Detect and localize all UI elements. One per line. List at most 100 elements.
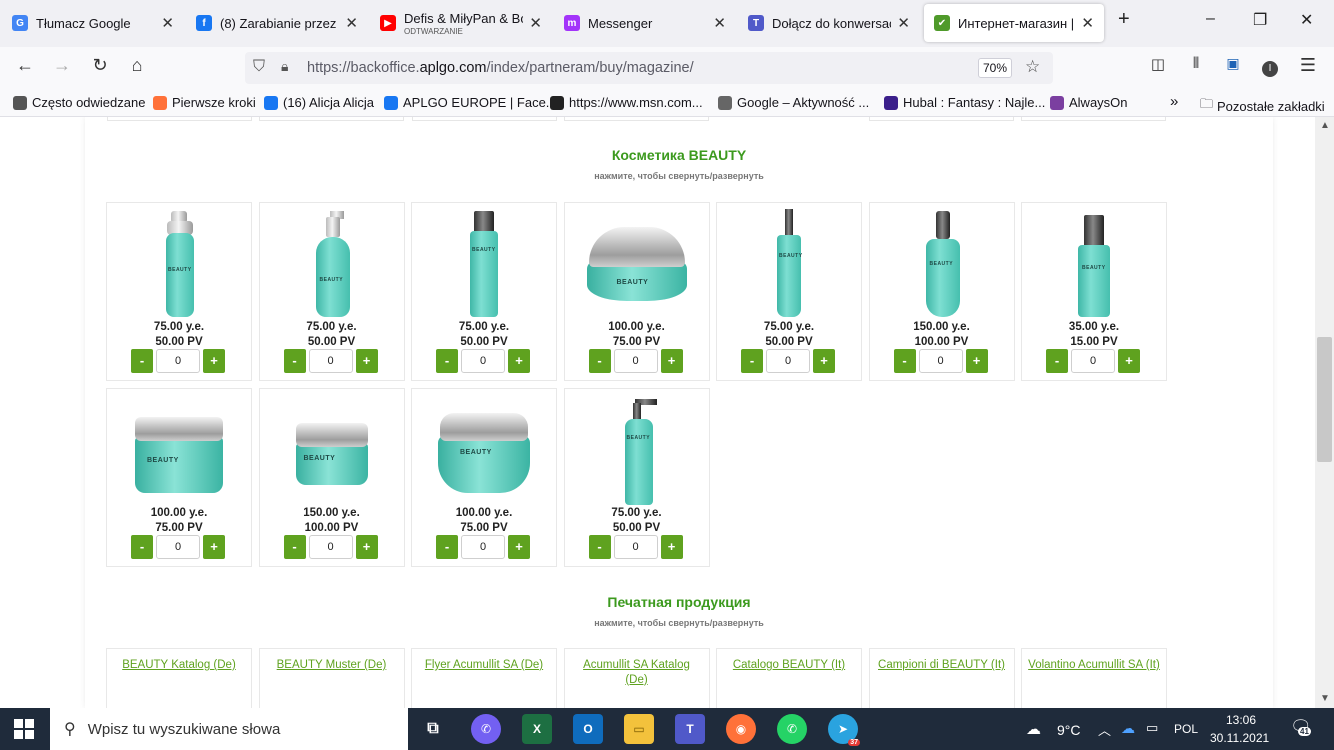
- bookmarks-overflow-icon[interactable]: »: [1170, 93, 1178, 110]
- tab-1[interactable]: G Tłumacz Google ✕: [2, 4, 184, 42]
- increase-quantity-button[interactable]: +: [1118, 349, 1140, 373]
- section-toggle-hint-beauty[interactable]: нажмите, чтобы свернуть/развернуть: [85, 171, 1273, 181]
- tab-5[interactable]: T Dołącz do konwersacji ✕: [738, 4, 920, 42]
- scroll-down-icon[interactable]: ▼: [1320, 693, 1330, 704]
- telegram-icon[interactable]: ➤ 37: [828, 714, 860, 746]
- product-image[interactable]: BEAUTY: [717, 209, 861, 319]
- back-arrow-icon[interactable]: ←: [13, 55, 37, 76]
- decrease-quantity-button[interactable]: -: [131, 535, 153, 559]
- print-item-link[interactable]: Acumullit SA Katalog (De): [565, 658, 709, 688]
- other-bookmarks-folder[interactable]: 🗀︎ Pozostałe zakładki: [1200, 95, 1325, 117]
- print-item-link[interactable]: Campioni di BEAUTY (It): [870, 658, 1014, 673]
- scrollbar-thumb[interactable]: [1317, 337, 1332, 462]
- clock-date[interactable]: 30.11.2021: [1210, 731, 1269, 745]
- viber-icon[interactable]: ✆: [471, 714, 501, 744]
- firefox-icon[interactable]: ◉: [726, 714, 756, 744]
- task-view-icon[interactable]: ⧉: [418, 714, 448, 744]
- forward-arrow-icon[interactable]: →: [50, 55, 74, 76]
- zoom-level[interactable]: 70%: [978, 58, 1012, 78]
- scroll-up-icon[interactable]: ▲: [1320, 120, 1330, 131]
- bookmark-item[interactable]: Często odwiedzane: [13, 95, 145, 110]
- weather-cloud-icon[interactable]: ☁: [1026, 720, 1041, 738]
- page-scrollbar[interactable]: ▲ ▼: [1315, 117, 1334, 708]
- increase-quantity-button[interactable]: +: [508, 535, 530, 559]
- section-toggle-hint-print[interactable]: нажмите, чтобы свернуть/развернуть: [85, 618, 1273, 628]
- product-image[interactable]: BEAUTY: [565, 395, 709, 505]
- whatsapp-icon[interactable]: ✆: [777, 714, 807, 744]
- decrease-quantity-button[interactable]: -: [283, 349, 306, 373]
- quantity-input[interactable]: 0: [156, 535, 200, 559]
- print-item-link[interactable]: Flyer Acumullit SA (De): [412, 658, 556, 673]
- taskbar-search-box[interactable]: ⚲ Wpisz tu wyszukiwane słowa: [50, 708, 408, 750]
- product-image[interactable]: BEAUTY: [107, 395, 251, 505]
- file-explorer-icon[interactable]: ▭: [624, 714, 654, 744]
- product-image[interactable]: BEAUTY: [260, 209, 404, 319]
- pocket-icon[interactable]: ◫: [1146, 55, 1170, 73]
- new-tab-plus-icon[interactable]: +: [1118, 8, 1130, 31]
- product-image[interactable]: BEAUTY: [412, 209, 556, 319]
- product-image[interactable]: BEAUTY: [1022, 209, 1166, 319]
- decrease-quantity-button[interactable]: -: [283, 535, 306, 559]
- increase-quantity-button[interactable]: +: [508, 349, 530, 373]
- decrease-quantity-button[interactable]: -: [436, 349, 458, 373]
- decrease-quantity-button[interactable]: -: [893, 349, 916, 373]
- increase-quantity-button[interactable]: +: [813, 349, 835, 373]
- bookmark-item[interactable]: AlwaysOn: [1050, 95, 1128, 110]
- quantity-input[interactable]: 0: [461, 535, 505, 559]
- battery-icon[interactable]: ▭: [1146, 720, 1158, 736]
- tab-4[interactable]: m Messenger ✕: [554, 4, 736, 42]
- product-image[interactable]: BEAUTY: [412, 395, 556, 505]
- shield-icon[interactable]: ⛉: [253, 58, 265, 76]
- decrease-quantity-button[interactable]: -: [1046, 349, 1068, 373]
- decrease-quantity-button[interactable]: -: [131, 349, 153, 373]
- close-tab-icon[interactable]: ✕: [1081, 14, 1094, 32]
- teams-taskbar-icon[interactable]: T: [675, 714, 705, 744]
- quantity-input[interactable]: 0: [613, 349, 658, 373]
- address-bar[interactable]: ⛉ 🔒︎ https://backoffice.aplgo.com/index/…: [245, 52, 1053, 84]
- decrease-quantity-button[interactable]: -: [588, 535, 611, 559]
- extension-icon[interactable]: ▣: [1221, 55, 1245, 72]
- tray-chevron-icon[interactable]: ︿: [1098, 720, 1111, 739]
- bookmark-item[interactable]: (16) Alicja Alicja: [264, 95, 374, 110]
- product-image[interactable]: BEAUTY: [107, 209, 251, 319]
- product-image[interactable]: BEAUTY: [565, 209, 709, 319]
- increase-quantity-button[interactable]: +: [203, 535, 225, 559]
- decrease-quantity-button[interactable]: -: [588, 349, 611, 373]
- increase-quantity-button[interactable]: +: [355, 535, 378, 559]
- quantity-input[interactable]: 0: [918, 349, 963, 373]
- bookmark-item[interactable]: https://www.msn.com...: [550, 95, 703, 110]
- quantity-input[interactable]: 0: [613, 535, 658, 559]
- library-icon[interactable]: ⫴: [1184, 55, 1208, 72]
- section-title-beauty[interactable]: Косметика BEAUTY: [85, 147, 1273, 163]
- close-tab-icon[interactable]: ✕: [345, 14, 358, 32]
- bookmark-item[interactable]: Hubal : Fantasy : Najle...: [884, 95, 1045, 110]
- print-item-link[interactable]: BEAUTY Muster (De): [260, 658, 404, 673]
- close-tab-icon[interactable]: ✕: [713, 14, 726, 32]
- window-close-icon[interactable]: ✕: [1300, 10, 1313, 30]
- print-item-link[interactable]: BEAUTY Katalog (De): [107, 658, 251, 673]
- outlook-icon[interactable]: O: [573, 714, 603, 744]
- onedrive-icon[interactable]: ☁: [1121, 720, 1135, 737]
- menu-hamburger-icon[interactable]: ☰: [1296, 55, 1320, 76]
- section-title-print[interactable]: Печатная продукция: [85, 594, 1273, 610]
- product-image[interactable]: BEAUTY: [870, 209, 1014, 319]
- restore-icon[interactable]: ❐: [1253, 10, 1267, 30]
- print-item-link[interactable]: Volantino Acumullit SA (It): [1022, 658, 1166, 673]
- increase-quantity-button[interactable]: +: [355, 349, 378, 373]
- bookmark-item[interactable]: APLGO EUROPE | Face...: [384, 95, 557, 110]
- bookmark-item[interactable]: Pierwsze kroki: [153, 95, 256, 110]
- product-image[interactable]: BEAUTY: [260, 395, 404, 505]
- weather-temp[interactable]: 9°C: [1057, 722, 1081, 738]
- close-tab-icon[interactable]: ✕: [161, 14, 174, 32]
- excel-icon[interactable]: X: [522, 714, 552, 744]
- decrease-quantity-button[interactable]: -: [741, 349, 763, 373]
- quantity-input[interactable]: 0: [1071, 349, 1115, 373]
- print-item-link[interactable]: Catalogo BEAUTY (It): [717, 658, 861, 673]
- quantity-input[interactable]: 0: [461, 349, 505, 373]
- increase-quantity-button[interactable]: +: [660, 349, 683, 373]
- tab-3[interactable]: ▶ Defis & MiłyPan & Bog ODTWARZANIE ✕: [370, 4, 552, 42]
- minimize-icon[interactable]: –: [1206, 10, 1215, 28]
- close-tab-icon[interactable]: ✕: [529, 14, 542, 32]
- close-tab-icon[interactable]: ✕: [897, 14, 910, 32]
- bookmark-star-icon[interactable]: ☆: [1025, 57, 1040, 77]
